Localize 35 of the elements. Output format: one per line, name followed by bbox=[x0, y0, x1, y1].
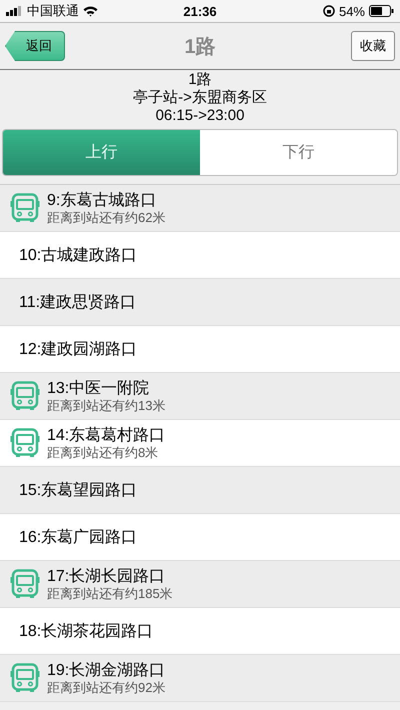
stop-name: 17:长湖长园路口 bbox=[47, 566, 166, 586]
stop-name: 14:东葛葛村路口 bbox=[47, 426, 166, 444]
bus-icon bbox=[10, 381, 40, 411]
route-name: 1路 bbox=[188, 71, 212, 89]
stop-name: 9:东葛古城路口 bbox=[47, 190, 158, 210]
favorite-button[interactable]: 收藏 bbox=[351, 31, 395, 61]
bus-distance: 距离到站还有约92米 bbox=[47, 680, 166, 696]
rotation-lock-icon bbox=[322, 5, 335, 17]
bus-distance: 距离到站还有约13米 bbox=[47, 398, 166, 414]
bus-icon bbox=[10, 193, 40, 223]
stop-name: 12:建政园湖路口 bbox=[18, 340, 138, 358]
bus-distance: 距离到站还有约185米 bbox=[47, 586, 173, 602]
stop-name: 10:古城建政路口 bbox=[18, 246, 138, 264]
bus-distance: 距离到站还有约8米 bbox=[47, 444, 160, 460]
battery-percent: 54% bbox=[338, 4, 365, 18]
bus-icon bbox=[10, 428, 40, 458]
back-button[interactable]: 返回 bbox=[5, 31, 65, 61]
bus-icon bbox=[10, 663, 40, 693]
stop-name: 18:长湖茶花园路口 bbox=[18, 622, 154, 640]
wifi-icon bbox=[83, 6, 98, 16]
stop-name: 15:东葛望园路口 bbox=[18, 480, 138, 500]
page-title: 1路 bbox=[184, 34, 216, 60]
stop-name: 16:东葛广园路口 bbox=[18, 528, 138, 546]
stop-name: 13:中医一附院 bbox=[47, 378, 150, 398]
bus-icon bbox=[10, 569, 40, 599]
stop-name: 11:建政思贤路口 bbox=[18, 292, 136, 312]
battery-icon bbox=[369, 5, 394, 17]
stop-name: 19:长湖金湖路口 bbox=[47, 660, 166, 680]
bus-distance: 距离到站还有约62米 bbox=[47, 210, 166, 226]
route-hours: 06:15->23:00 bbox=[156, 107, 244, 125]
signal-icon bbox=[6, 6, 23, 16]
carrier-name: 中国联通 bbox=[27, 2, 79, 20]
status-time: 21:36 bbox=[183, 4, 217, 18]
direction-tab[interactable]: 下行 bbox=[200, 130, 397, 175]
route-direction: 亭子站->东盟商务区 bbox=[133, 89, 267, 107]
